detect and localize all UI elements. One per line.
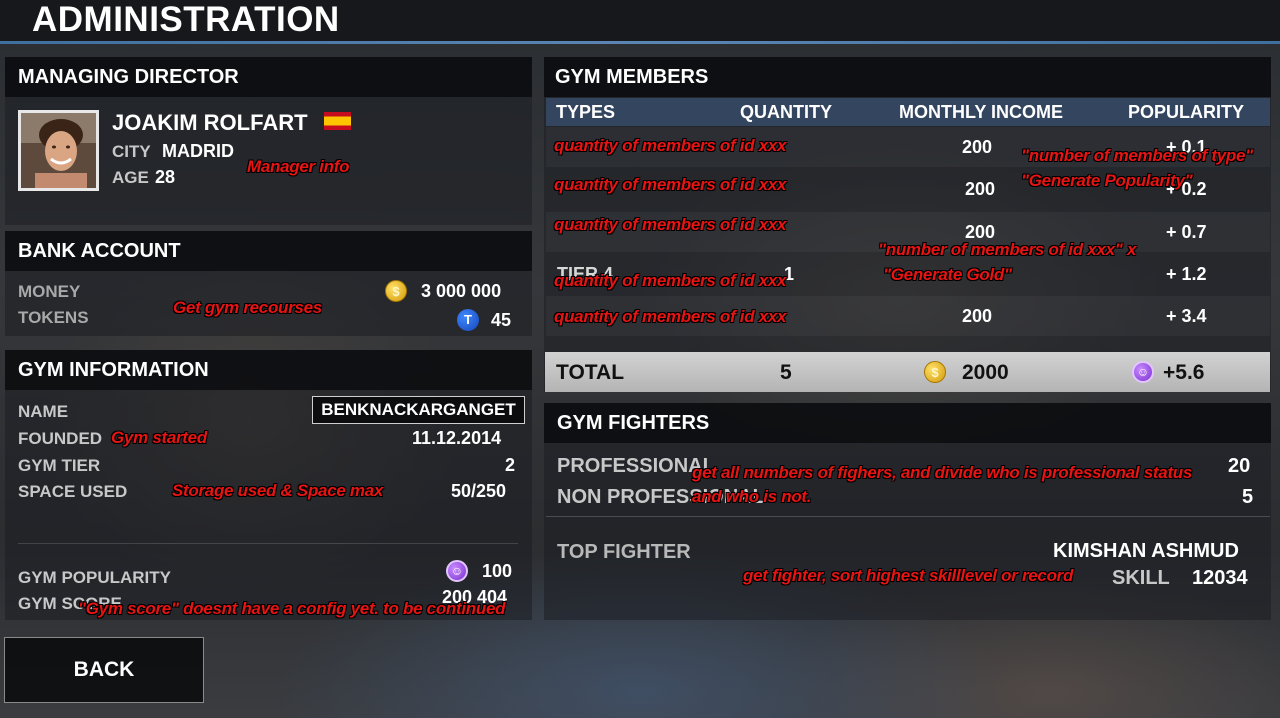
bank-account-title: BANK ACCOUNT [5,231,532,271]
city-label: CITY [112,142,151,161]
skill-value: 12034 [1192,567,1248,589]
gym-name-label: NAME [18,402,69,421]
row-annotation: quantity of members of id xxx [554,136,787,155]
bank-annotation: Get gym recourses [173,298,322,317]
row-income: 200 [962,137,993,157]
spain-flag-icon [324,112,351,130]
row-annotation: quantity of members of id xxx [554,175,787,194]
gym-popularity-label: GYM POPULARITY [18,568,172,587]
row-popularity: + 1.2 [1166,264,1207,284]
gold-coin-icon: $ [385,280,407,302]
popularity-icon: ☺ [446,560,468,582]
total-label: TOTAL [556,361,625,384]
gym-popularity-value: 100 [482,561,513,581]
fighters-annotation: get all numbers of fighers, and divide w… [692,463,1193,482]
row-annotation: quantity of members of id xxx [554,215,787,234]
gym-information-title: GYM INFORMATION [5,350,532,390]
total-quantity: 5 [780,361,792,384]
popularity-icon: ☺ [1132,361,1154,383]
space-used-value: 50/250 [451,481,507,501]
non-professional-value: 5 [1242,486,1254,508]
tokens-label: TOKENS [18,308,89,327]
column-quantity: QUANTITY [740,102,832,122]
age-label: AGE [112,168,149,187]
token-icon: T [457,309,479,331]
fighters-divider [546,516,1270,517]
row-income: 200 [965,179,996,199]
header-divider [0,41,1280,44]
column-monthly-income: MONTHLY INCOME [899,102,1064,122]
column-types: TYPES [556,102,616,122]
total-income: 2000 [962,361,1009,384]
space-annotation: Storage used & Space max [172,481,384,500]
professional-value: 20 [1228,455,1251,477]
top-fighter-name: KIMSHAN ASHMUD [1053,540,1239,562]
gold-coin-icon: $ [924,361,946,383]
founded-annotation: Gym started [111,428,207,447]
managing-director-title: MANAGING DIRECTOR [5,57,532,97]
row-popularity: + 3.4 [1166,306,1207,326]
gym-fighters-title: GYM FIGHTERS [544,403,1271,443]
top-fighter-label: TOP FIGHTER [557,541,691,563]
top-fighter-annotation: get fighter, sort highest skilllevel or … [743,566,1074,585]
gym-members-title: GYM MEMBERS [544,57,1271,97]
avatar [18,110,99,191]
city-value: MADRID [162,141,234,161]
back-button[interactable]: BACK [4,637,204,703]
score-annotation: "Gym score" doesnt have a config yet. to… [78,599,506,618]
total-row [545,352,1270,392]
skill-label: SKILL [1112,567,1170,589]
income-annotation: "number of members of id xxx" x [878,240,1137,259]
avatar-image [21,113,96,188]
founded-label: FOUNDED [18,429,103,448]
column-popularity: POPULARITY [1128,102,1245,122]
total-popularity: +5.6 [1163,361,1205,384]
money-value: 3 000 000 [421,281,502,301]
age-value: 28 [155,167,176,187]
manager-annotation: Manager info [247,157,350,176]
gym-name-value: BENKNACKARGANGET [312,396,525,424]
tokens-value: 45 [491,310,512,330]
page-title: ADMINISTRATION [32,0,340,39]
popularity-annotation: "Generate Popularity" [1021,171,1193,190]
income-annotation: "Generate Gold" [883,265,1012,284]
founded-value: 11.12.2014 [412,428,502,448]
gym-tier-label: GYM TIER [18,456,101,475]
row-popularity: + 0.7 [1166,222,1207,242]
gym-tier-value: 2 [505,455,516,475]
money-label: MONEY [18,282,81,301]
manager-name: JOAKIM ROLFART [112,110,308,135]
gym-info-divider [18,543,518,544]
row-annotation: quantity of members of id xxx [554,271,787,290]
popularity-annotation: "number of members of type" [1021,146,1253,165]
space-used-label: SPACE USED [18,482,128,501]
row-income: 200 [962,306,993,326]
row-annotation: quantity of members of id xxx [554,307,787,326]
fighters-annotation: and who is not. [692,487,812,506]
